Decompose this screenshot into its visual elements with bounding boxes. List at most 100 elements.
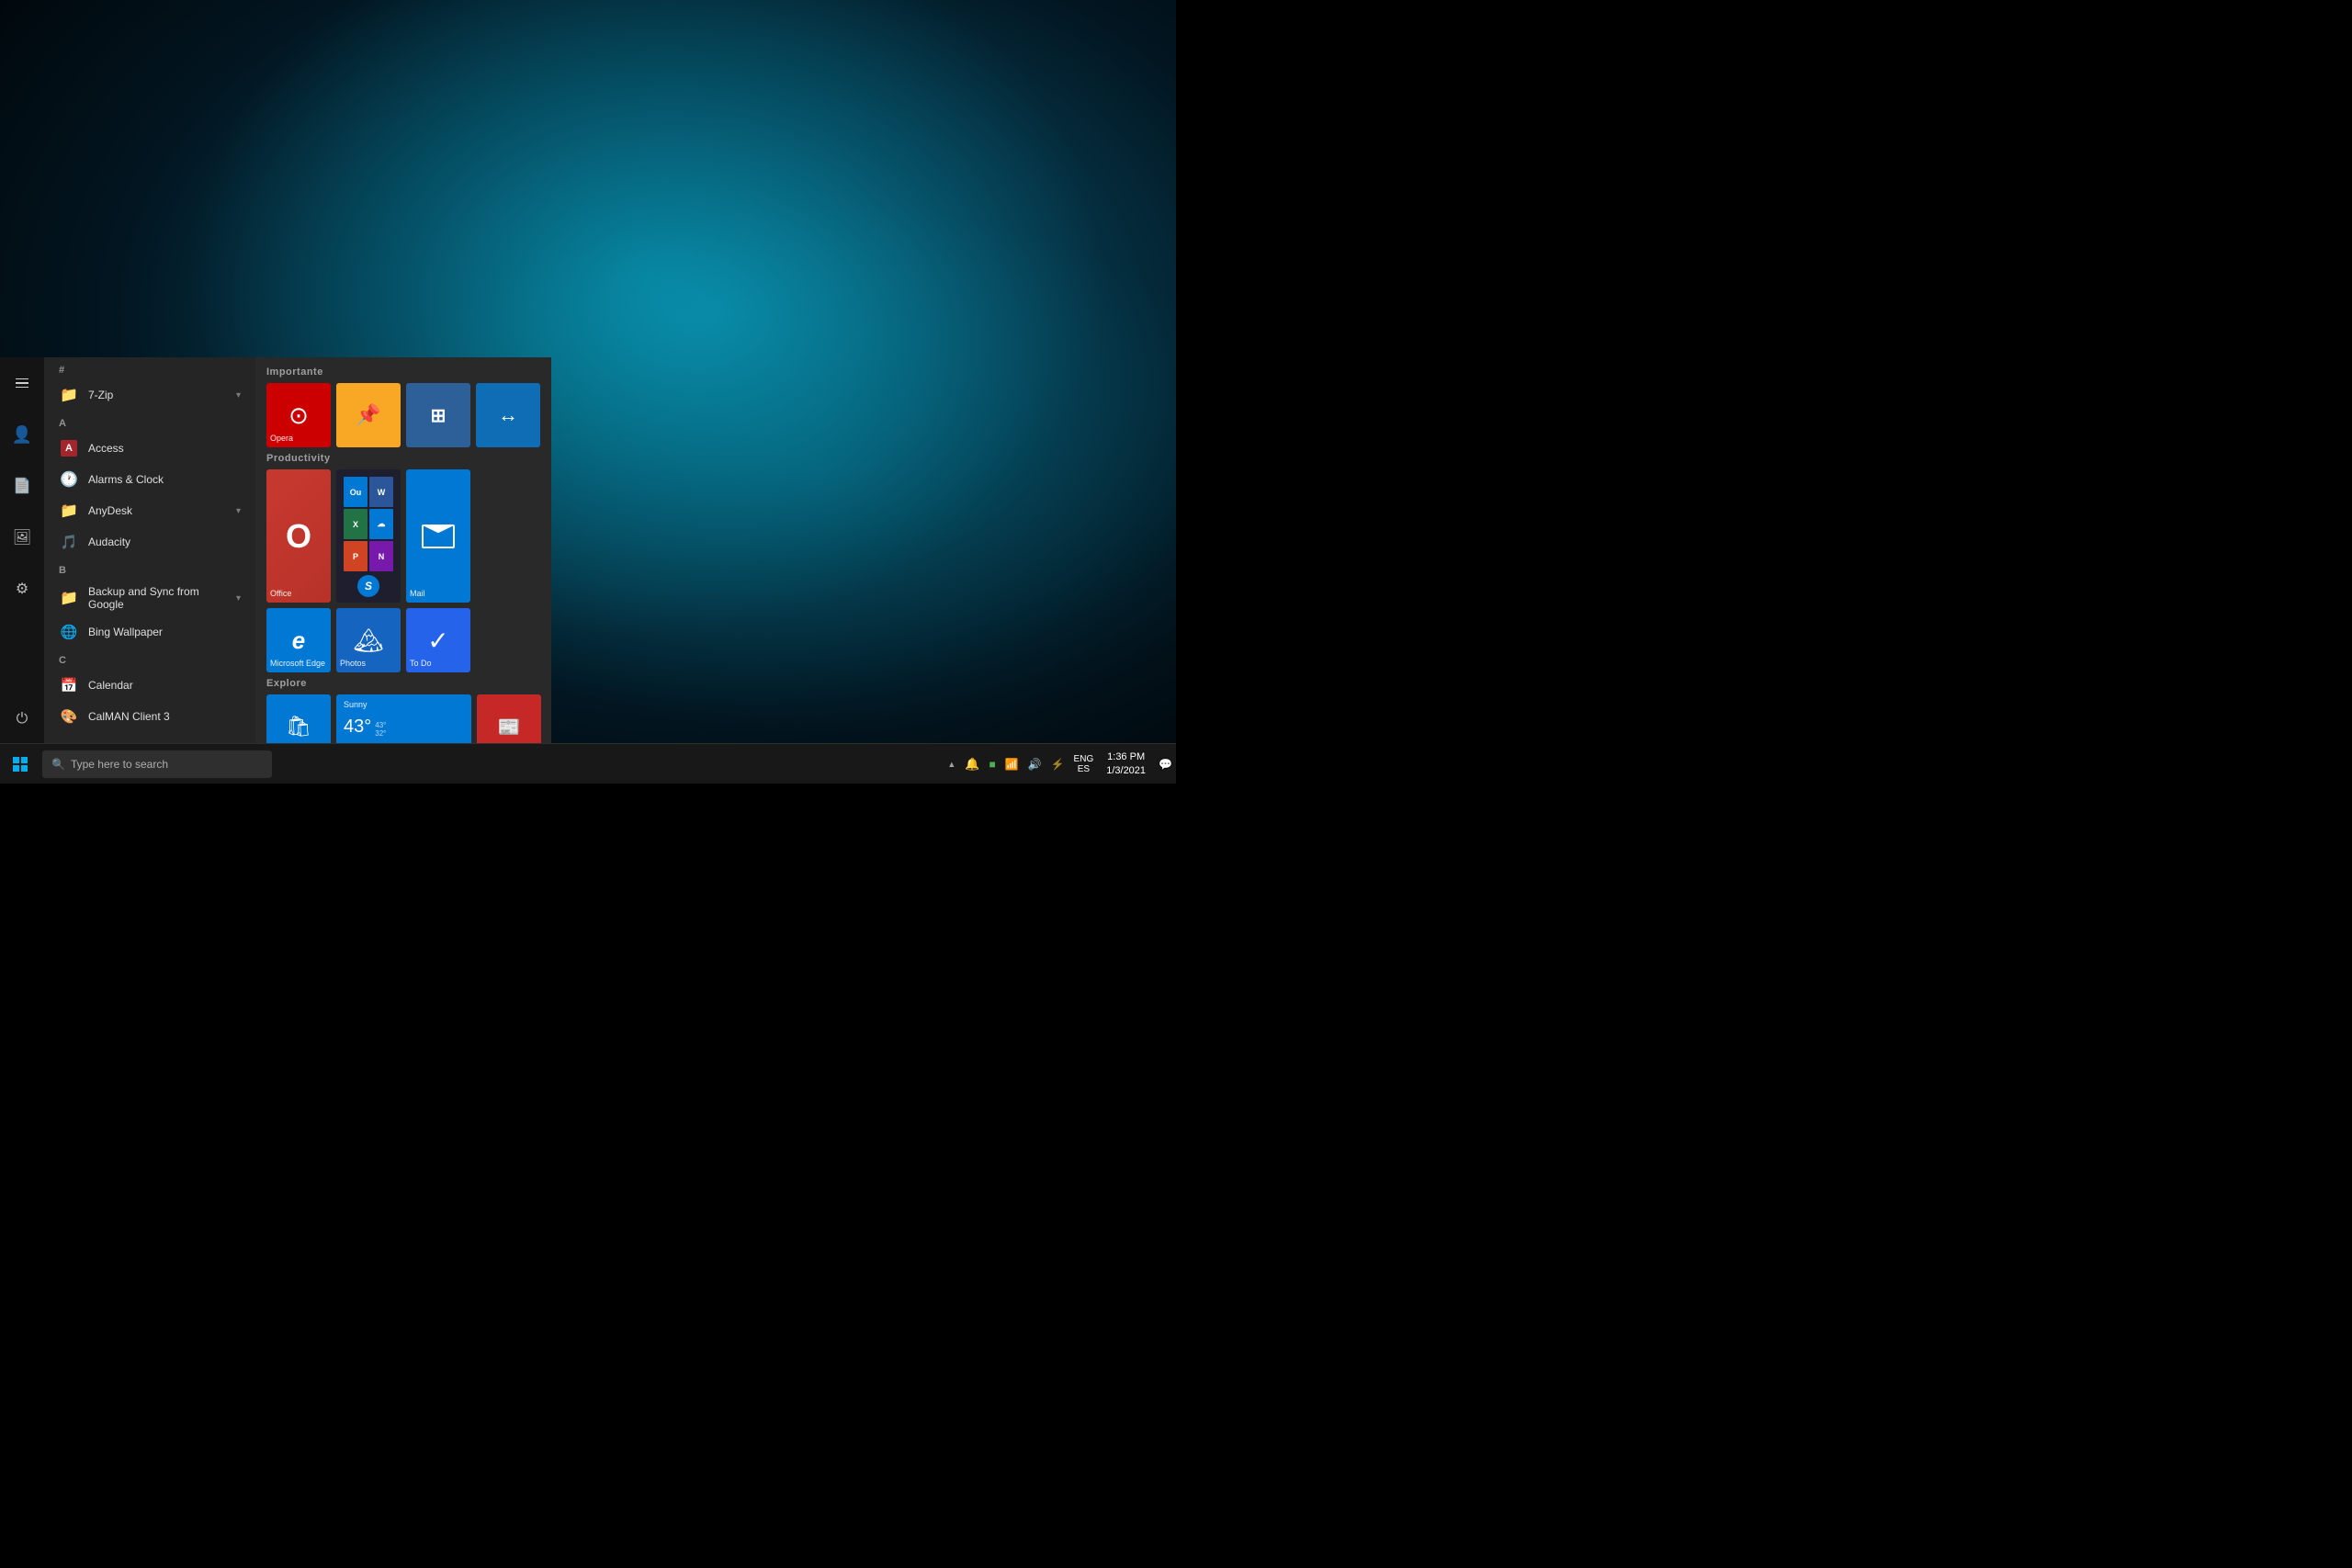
section-header-c: C — [44, 648, 255, 670]
system-clock[interactable]: 1:36 PM 1/3/2021 — [1099, 750, 1153, 777]
tile-teamviewer[interactable]: ↔ — [476, 383, 540, 447]
calendar-icon: 📅 — [59, 675, 79, 695]
app-name-calman: CalMAN Client 3 — [88, 710, 241, 723]
windows-logo-icon — [13, 757, 28, 772]
suite-onedrive: ☁ — [369, 509, 393, 539]
folder-icon-anydesk: 📁 — [59, 501, 79, 521]
language-label: ENG — [1074, 754, 1094, 764]
language-indicator[interactable]: ENG ES — [1070, 754, 1098, 774]
sidebar-power[interactable]: ⏻ — [4, 701, 40, 738]
app-item-calman[interactable]: 🎨 CalMAN Client 3 — [44, 701, 255, 732]
sidebar-user[interactable]: 👤 — [4, 416, 40, 453]
app-item-backup-sync[interactable]: 📁 Backup and Sync from Google ▾ — [44, 580, 255, 616]
audacity-icon: 🎵 — [59, 532, 79, 552]
expand-icon-anydesk: ▾ — [236, 506, 241, 516]
importante-tiles-row: ⊙ Opera 📌 ⊞ ↔ — [266, 383, 540, 447]
tile-vmware[interactable]: ⊞ — [406, 383, 470, 447]
sticky-icon: 📌 — [356, 403, 380, 427]
todo-tile-label: To Do — [410, 659, 432, 669]
tile-microsoft-store[interactable]: 🛍 Microsoft Store — [266, 694, 331, 743]
app-item-access[interactable]: A Access — [44, 433, 255, 464]
tile-microsoft-edge[interactable]: e Microsoft Edge — [266, 608, 331, 672]
app-item-7zip[interactable]: 📁 7-Zip ▾ — [44, 379, 255, 411]
tile-sticky-notes[interactable]: 📌 — [336, 383, 401, 447]
calman-icon: 🎨 — [59, 706, 79, 727]
weather-low: 32° — [375, 729, 386, 738]
office-tile-label: Office — [270, 589, 291, 599]
suite-skype-area: S — [357, 575, 379, 599]
folder-icon: 📁 — [59, 385, 79, 405]
edge-icon: e — [292, 626, 305, 655]
time-display: 1:36 PM — [1107, 750, 1145, 763]
tiles-section-explore: Explore — [266, 678, 540, 689]
suite-outlook: Ou — [344, 477, 368, 507]
show-hidden-icons-button[interactable]: ▲ — [944, 757, 959, 772]
tile-to-do[interactable]: ✓ To Do — [406, 608, 470, 672]
action-center-button[interactable]: 💬 — [1155, 756, 1176, 773]
weather-content: Sunny 43° 43° 32° Madrid — [336, 694, 471, 743]
sidebar-documents[interactable]: 📄 — [4, 468, 40, 504]
app-item-anydesk[interactable]: 📁 AnyDesk ▾ — [44, 495, 255, 526]
mail-icon — [422, 525, 455, 548]
tray-icon-notification[interactable]: 🔔 — [961, 755, 983, 773]
search-placeholder: Type here to search — [71, 758, 168, 771]
hamburger-icon — [16, 378, 28, 389]
app-name-alarms-clock: Alarms & Clock — [88, 473, 241, 486]
tiles-section-importante: Importante — [266, 367, 540, 378]
tile-weather[interactable]: Sunny 43° 43° 32° Madrid — [336, 694, 471, 743]
opera-label: Opera — [270, 434, 293, 444]
alarms-icon: 🕐 — [59, 469, 79, 490]
start-tiles: Importante ⊙ Opera 📌 ⊞ ↔ Pro — [255, 357, 551, 743]
opera-icon: ⊙ — [288, 401, 309, 430]
tile-news[interactable]: 📰 News — [477, 694, 541, 743]
app-item-calendar[interactable]: 📅 Calendar — [44, 670, 255, 701]
weather-high: 43° — [375, 721, 386, 729]
start-button[interactable] — [0, 744, 40, 784]
app-name-access: Access — [88, 442, 241, 455]
expand-icon-backup: ▾ — [236, 593, 241, 604]
weather-temp: 43° — [344, 716, 371, 738]
chevron-up-icon: ▲ — [947, 760, 956, 769]
suite-word: W — [369, 477, 393, 507]
tile-office[interactable]: O Office — [266, 469, 331, 603]
tile-opera[interactable]: ⊙ Opera — [266, 383, 331, 447]
search-icon: 🔍 — [51, 758, 65, 771]
taskbar-search-bar[interactable]: 🔍 Type here to search — [42, 750, 272, 778]
tray-icon-volume[interactable]: 🔊 — [1024, 756, 1046, 773]
app-list[interactable]: # 📁 7-Zip ▾ A A Access 🕐 Alarms & Clock … — [44, 357, 255, 743]
start-sidebar: 👤 📄 🖼 ⚙ ⏻ — [0, 357, 44, 743]
tile-office-suite[interactable]: Ou W X ☁ P — [336, 469, 401, 603]
edge-tile-label: Microsoft Edge — [270, 659, 325, 669]
app-name-audacity: Audacity — [88, 536, 241, 548]
productivity-tiles-row-1: O Office Ou W X — [266, 469, 540, 603]
tray-icon-task-manager[interactable]: ■ — [985, 756, 999, 773]
section-header-b: B — [44, 558, 255, 580]
tray-icon-bluetooth[interactable]: ⚡ — [1047, 756, 1069, 773]
todo-icon: ✓ — [427, 626, 448, 656]
tray-icon-wifi[interactable]: 📶 — [1001, 756, 1023, 773]
office-suite-grid: Ou W X ☁ P — [340, 473, 397, 575]
productivity-tiles-row-2: e Microsoft Edge 🏔 Photos ✓ To Do — [266, 608, 540, 672]
app-item-audacity[interactable]: 🎵 Audacity — [44, 526, 255, 558]
photos-tile-label: Photos — [340, 659, 366, 669]
app-name-backup-sync: Backup and Sync from Google — [88, 585, 227, 611]
app-item-alarms-clock[interactable]: 🕐 Alarms & Clock — [44, 464, 255, 495]
app-name-7zip: 7-Zip — [88, 389, 227, 401]
tile-photos[interactable]: 🏔 Photos — [336, 608, 401, 672]
section-header-a: A — [44, 411, 255, 433]
store-icon: 🛍 — [286, 715, 311, 739]
sidebar-hamburger[interactable] — [4, 365, 40, 401]
start-menu: 👤 📄 🖼 ⚙ ⏻ # 📁 7-Zip ▾ A A Access 🕐 Alarm… — [0, 357, 551, 743]
weather-condition: Sunny — [344, 700, 368, 709]
taskbar: 🔍 Type here to search ▲ 🔔 ■ 📶 🔊 ⚡ ENG ES… — [0, 743, 1176, 784]
app-name-bing-wallpaper: Bing Wallpaper — [88, 626, 241, 638]
news-icon: 📰 — [498, 716, 521, 739]
weather-range: 43° 32° — [375, 721, 386, 738]
access-icon: A — [59, 438, 79, 458]
sidebar-pictures[interactable]: 🖼 — [4, 519, 40, 556]
app-item-bing-wallpaper[interactable]: 🌐 Bing Wallpaper — [44, 616, 255, 648]
region-label: ES — [1078, 764, 1090, 774]
vmware-icon: ⊞ — [431, 404, 447, 427]
sidebar-settings[interactable]: ⚙ — [4, 570, 40, 607]
tile-mail[interactable]: Mail — [406, 469, 470, 603]
